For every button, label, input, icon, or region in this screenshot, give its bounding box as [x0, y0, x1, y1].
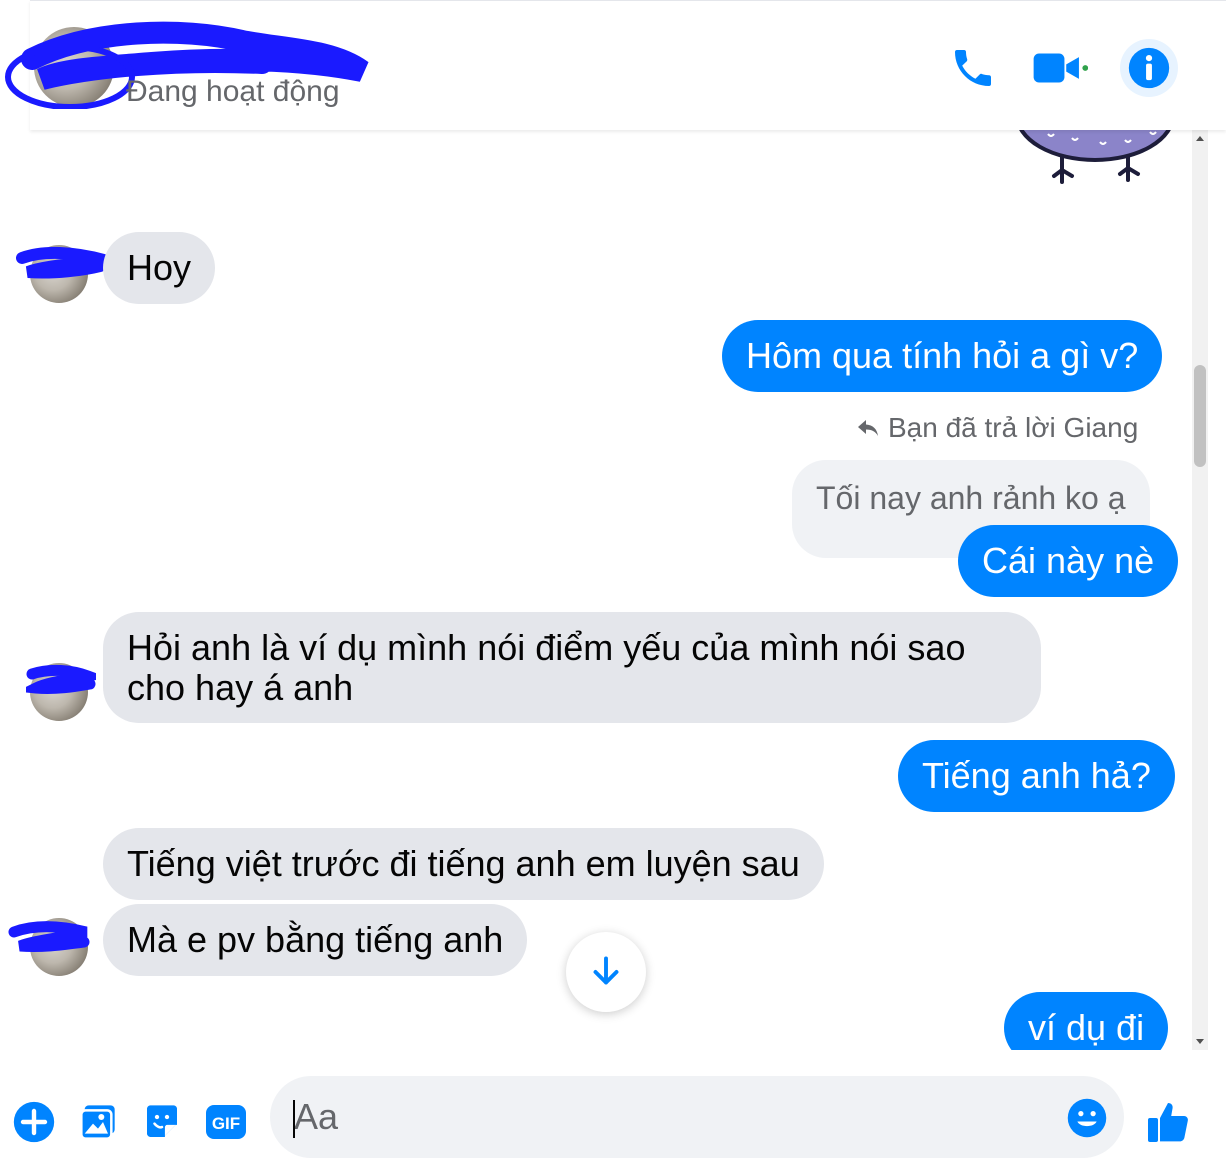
scroll-thumb[interactable] — [1194, 365, 1206, 467]
chat-scrollbar[interactable] — [1192, 130, 1208, 1050]
incoming-message[interactable]: Hoy — [103, 232, 216, 304]
gif-label: GIF — [212, 1114, 240, 1133]
incoming-message[interactable]: Mà e pv bằng tiếng anh — [103, 904, 528, 976]
outgoing-message[interactable]: Hôm qua tính hỏi a gì v? — [722, 320, 1163, 392]
scroll-down-arrow[interactable] — [1196, 1039, 1204, 1044]
reply-label-text: Bạn đã trả lời Giang — [888, 412, 1139, 443]
video-call-button[interactable] — [1030, 39, 1088, 97]
sticker-button[interactable] — [140, 1100, 184, 1144]
incoming-message[interactable]: Hỏi anh là ví dụ mình nói điểm yếu của m… — [103, 612, 1041, 723]
gif-icon: GIF — [206, 1105, 246, 1139]
scroll-up-arrow[interactable] — [1196, 136, 1204, 141]
redaction-scribble — [8, 921, 90, 953]
message-line: Hỏi anh là ví dụ mình nói điểm yếu của m… — [127, 627, 966, 668]
reply-arrow-icon — [858, 420, 878, 436]
message-composer: GIF — [0, 1050, 1226, 1165]
attach-photo-button[interactable] — [76, 1100, 120, 1144]
call-button[interactable] — [944, 39, 1002, 97]
phone-icon — [955, 50, 991, 86]
conversation-header: Đang hoạt động — [5, 0, 1226, 130]
more-actions-button[interactable] — [12, 1100, 56, 1144]
message-thread[interactable]: Hoy Hôm qua tính hỏi a gì v? Bạn đã trả … — [0, 130, 1190, 1050]
thumbs-up-icon — [1148, 1103, 1188, 1142]
photo-icon — [80, 1105, 115, 1140]
send-like-button[interactable] — [1144, 1098, 1192, 1146]
outgoing-message[interactable]: ví dụ đi — [1004, 992, 1169, 1050]
conversation-info-button[interactable] — [1120, 39, 1178, 97]
emoji-icon — [1067, 1098, 1107, 1138]
contact-status: Đang hoạt động — [126, 75, 340, 108]
text-caret — [293, 1100, 295, 1138]
message-input[interactable] — [294, 1076, 1054, 1158]
arrow-down-icon — [593, 956, 619, 985]
info-icon — [1128, 47, 1170, 89]
outgoing-message[interactable]: Tiếng anh hả? — [898, 740, 1175, 812]
outgoing-message[interactable]: Cái này nè — [958, 525, 1179, 597]
message-input-box[interactable] — [270, 1076, 1124, 1158]
scroll-to-bottom-button[interactable] — [566, 932, 646, 1012]
plus-circle-icon — [13, 1101, 55, 1143]
incoming-message[interactable]: Tiếng việt trước đi tiếng anh em luyện s… — [103, 828, 824, 900]
redaction-scribble — [26, 664, 96, 694]
gif-button[interactable]: GIF — [204, 1100, 248, 1144]
bird-sticker — [1019, 130, 1171, 184]
redaction-scribble — [16, 246, 106, 279]
emoji-button[interactable] — [1066, 1097, 1108, 1139]
sticker-icon — [147, 1105, 177, 1137]
video-camera-icon — [1033, 53, 1088, 83]
reply-indicator: Bạn đã trả lời Giang — [856, 412, 1138, 444]
message-line: cho hay á anh — [127, 667, 354, 708]
